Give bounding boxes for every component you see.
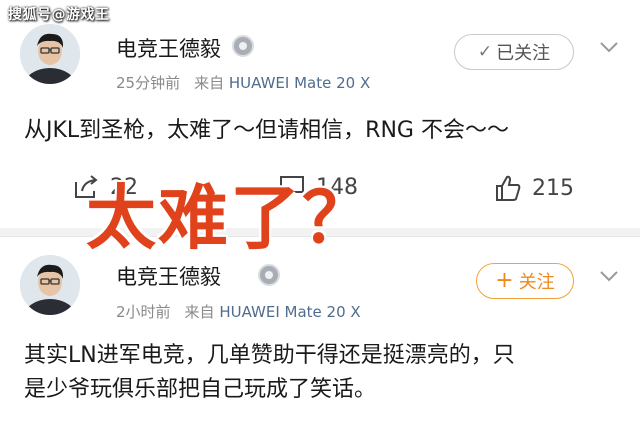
post-content: 其实LN进军电竞，几单赞助干得还是挺漂亮的，只 是少爷玩俱乐部把自己玩成了笑话。: [24, 339, 624, 407]
username[interactable]: 电竞王德毅: [116, 261, 221, 291]
post-meta: 25分钟前 来自 HUAWEI Mate 20 X: [116, 72, 370, 93]
chevron-down-icon[interactable]: [598, 265, 620, 287]
post-time: 2小时前: [116, 303, 171, 321]
post-content: 从JKL到圣枪，太难了～但请相信，RNG 不会～～: [24, 118, 509, 143]
follow-button[interactable]: + 关注: [476, 263, 574, 299]
like-count: 215: [532, 175, 574, 201]
source-prefix: 来自: [194, 74, 225, 92]
followed-label: 已关注: [496, 43, 551, 64]
post-content-line-1: 其实LN进军电竞，几单赞助干得还是挺漂亮的，只: [24, 343, 515, 368]
check-icon: ✓: [477, 42, 493, 62]
medal-badge-icon[interactable]: [232, 35, 254, 57]
avatar[interactable]: [20, 24, 80, 84]
source-prefix: 来自: [184, 303, 215, 321]
follow-label: 关注: [518, 272, 555, 293]
watermark: 搜狐号@游戏王: [8, 7, 110, 23]
avatar[interactable]: [20, 255, 80, 315]
device-link[interactable]: HUAWEI Mate 20 X: [229, 74, 370, 92]
followed-button[interactable]: ✓ 已关注: [454, 34, 574, 70]
weibo-post-2: 电竞王德毅 2小时前 来自 HUAWEI Mate 20 X + 关注 其实LN进…: [0, 236, 640, 441]
plus-icon: +: [495, 268, 514, 293]
like-button[interactable]: 215: [494, 174, 574, 202]
medal-badge-icon[interactable]: [258, 264, 280, 286]
username[interactable]: 电竞王德毅: [116, 33, 221, 63]
chevron-down-icon[interactable]: [598, 36, 620, 58]
post-content-line-2: 是少爷玩俱乐部把自己玩成了笑话。: [24, 377, 377, 402]
post-meta: 2小时前 来自 HUAWEI Mate 20 X: [116, 301, 361, 322]
device-link[interactable]: HUAWEI Mate 20 X: [219, 303, 360, 321]
post-time: 25分钟前: [116, 74, 181, 92]
overlay-caption: 太难了？: [86, 177, 374, 259]
thumbs-up-icon: [496, 175, 521, 201]
